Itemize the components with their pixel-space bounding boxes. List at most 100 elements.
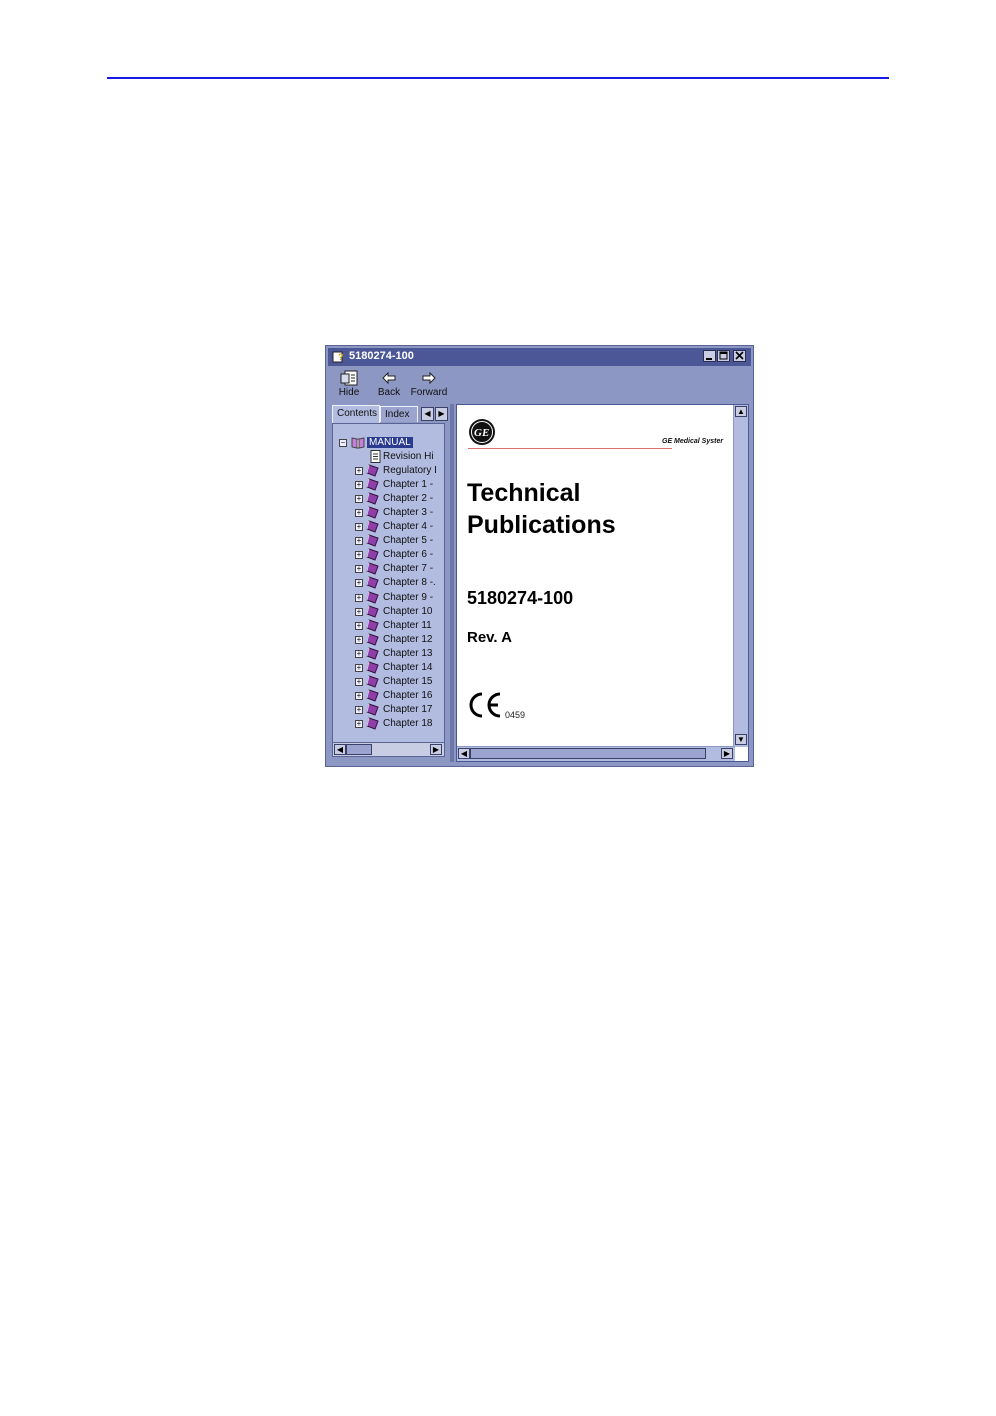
scroll-right-button[interactable]: ▶ [430,744,442,755]
tab-scroll-right-button[interactable]: ▶ [435,407,448,421]
hide-button[interactable]: Hide [334,370,364,398]
tree-item-label: Chapter 15 [383,675,433,687]
scroll-left-button[interactable]: ◀ [458,748,470,759]
tree-item-label: Chapter 10 [383,605,433,617]
expand-icon[interactable]: + [355,663,363,672]
close-button[interactable] [733,350,746,362]
expand-icon[interactable]: + [355,705,363,714]
triangle-left-icon: ◀ [460,749,468,758]
expand-icon[interactable]: + [355,621,363,630]
book-icon [366,618,379,632]
tab-contents[interactable]: Contents [332,405,380,423]
tree-item-label: Chapter 1 - [383,479,434,491]
expand-icon[interactable]: + [355,495,363,504]
expand-icon[interactable]: + [355,677,363,686]
tree-item-label: Chapter 18 [383,717,433,729]
tree-item-label: Chapter 2 - [383,493,434,505]
back-button[interactable]: Back [374,370,404,398]
book-icon [366,661,379,674]
triangle-down-icon: ▼ [737,735,745,744]
back-label: Back [377,387,401,398]
scroll-up-button[interactable]: ▲ [735,406,747,417]
expand-icon[interactable]: + [355,719,363,728]
triangle-right-icon: ▶ [438,409,445,418]
tree-item-label: Regulatory I [383,465,437,477]
tree-item-label: Chapter 5 - [383,535,434,547]
triangle-right-icon: ▶ [432,745,440,754]
ce-mark-icon [469,692,501,718]
title-line-1: Technical [467,479,581,507]
tab-contents-label: Contents [337,408,378,419]
nav-tabs: Contents Index ◀ ▶ [332,405,448,423]
tab-index[interactable]: Index [380,406,418,422]
company-name: GE Medical Syster [662,438,724,445]
scroll-right-button[interactable]: ▶ [721,748,733,759]
title-line-2: Publications [467,511,616,539]
expand-icon[interactable]: + [355,467,363,476]
book-icon [366,689,379,702]
tab-index-label: Index [385,409,410,420]
expand-icon[interactable]: + [355,635,363,644]
book-icon [366,647,379,660]
book-icon [366,520,379,533]
tree-item-label: Chapter 6 - [383,549,434,561]
expand-icon[interactable]: + [355,593,363,602]
tree-item-label: Chapter 3 - [383,507,434,519]
tree-item-label: Chapter 8 -. [383,577,436,589]
book-icon [366,632,379,646]
scroll-down-button[interactable]: ▼ [735,734,747,745]
book-icon [366,478,379,491]
expand-icon[interactable]: + [355,565,363,574]
expand-icon[interactable]: + [355,579,363,588]
book-icon [366,548,379,561]
expand-icon[interactable]: + [355,607,363,616]
scroll-thumb[interactable] [346,744,372,755]
content-vertical-scrollbar[interactable]: ▲ ▼ [733,405,748,747]
svg-text:GE: GE [474,427,489,439]
tree-item-label: Chapter 9 - [383,591,434,603]
tree-item-label: Chapter 17 [383,703,433,715]
pane-splitter[interactable] [450,404,454,762]
title-bar[interactable]: ? 5180274-100 [328,348,751,366]
notified-body-number: 0459 [505,710,526,720]
tree-item-label: Chapter 16 [383,689,433,701]
book-icon [366,492,379,505]
hide-label: Hide [338,387,360,398]
expand-icon[interactable]: + [355,649,363,658]
open-book-icon [351,437,365,449]
tab-scroll-left-button[interactable]: ◀ [421,407,434,421]
window-title: 5180274-100 [349,350,414,362]
triangle-right-icon: ▶ [723,749,731,758]
book-icon [366,703,379,716]
hide-pane-icon [340,370,358,386]
expand-icon[interactable]: + [355,537,363,546]
triangle-up-icon: ▲ [737,407,745,416]
tree-item-label: Chapter 4 - [383,521,434,533]
contents-tree: − MANUAL Revision Hi + Regulatory I + Chapte… [332,423,445,743]
scroll-thumb[interactable] [470,748,706,759]
book-icon [366,534,379,547]
minimize-icon [706,358,712,360]
revision: Rev. A [467,629,513,646]
forward-button[interactable]: Forward [410,370,448,398]
tree-horizontal-scrollbar[interactable]: ◀ ▶ [332,742,445,757]
forward-arrow-icon [422,371,436,385]
tree-item-label: Chapter 7 - [383,563,434,575]
book-icon [366,576,379,590]
svg-text:?: ? [338,352,344,362]
expand-icon[interactable]: + [355,481,363,490]
header-rule [468,448,672,449]
tree-item-label: Chapter 11 [383,619,432,631]
book-icon [366,590,379,604]
page-header-rule [107,77,889,79]
expand-icon[interactable]: + [355,509,363,518]
help-app-icon: ? [332,351,344,363]
expand-icon[interactable]: + [355,551,363,560]
scroll-left-button[interactable]: ◀ [334,744,346,755]
minimize-button[interactable] [703,350,716,362]
expand-icon[interactable]: + [355,691,363,700]
expand-icon[interactable]: + [355,523,363,532]
forward-label: Forward [410,387,448,398]
maximize-button[interactable] [717,350,730,362]
content-horizontal-scrollbar[interactable]: ◀ ▶ [457,746,735,761]
